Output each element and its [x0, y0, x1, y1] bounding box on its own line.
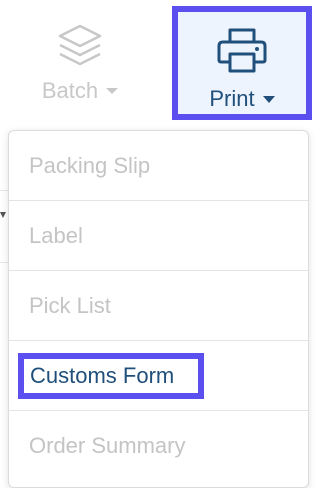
print-dropdown-screen: Batch Print Packing Slip Label Pick List [0, 0, 316, 488]
print-label-row: Print [209, 86, 275, 112]
batch-label-row: Batch [41, 78, 119, 104]
chevron-down-icon [262, 95, 275, 103]
sort-caret-icon [0, 212, 6, 218]
menu-item-order-summary[interactable]: Order Summary [9, 411, 308, 481]
chevron-down-icon [106, 88, 119, 94]
batch-button[interactable]: Batch [20, 0, 140, 120]
menu-item-label: Order Summary [29, 433, 186, 458]
menu-item-customs-form[interactable]: Customs Form [9, 341, 308, 411]
batch-label: Batch [41, 78, 99, 103]
print-button[interactable]: Print [172, 6, 312, 120]
print-dropdown-menu: Packing Slip Label Pick List Customs For… [8, 130, 309, 488]
menu-item-packing-slip[interactable]: Packing Slip [9, 131, 308, 201]
menu-item-label: Pick List [29, 292, 111, 318]
menu-item-pick-list[interactable]: Pick List [9, 271, 308, 341]
printer-icon [217, 28, 267, 73]
print-label: Print [209, 86, 255, 111]
menu-item-label-option[interactable]: Label [9, 201, 308, 271]
menu-item-label: Packing Slip [29, 152, 151, 178]
menu-item-label: Label [29, 222, 83, 248]
layers-icon [58, 24, 102, 66]
menu-item-label: Customs Form [18, 352, 205, 399]
